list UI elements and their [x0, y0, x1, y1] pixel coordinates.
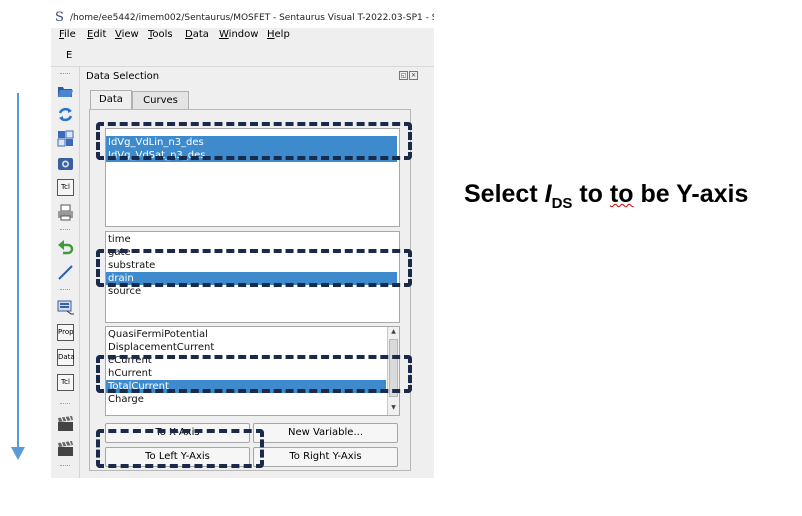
float-panel-icon[interactable]: ◱ — [399, 71, 408, 80]
toolbar-grip — [60, 403, 70, 407]
toolbar-e-button[interactable]: E — [66, 50, 72, 61]
variable-item[interactable]: QuasiFermiPotential — [106, 328, 386, 341]
toolbar-grip — [60, 73, 70, 77]
grid-icon[interactable] — [57, 130, 74, 147]
scroll-up-icon[interactable]: ▲ — [388, 327, 399, 337]
variable-item[interactable]: Charge — [106, 393, 386, 406]
dataset-highlight-box — [96, 122, 412, 160]
data-tab-content: IdVg_VdLin_n3_des IdVg_VdSat_n3_des time… — [89, 109, 411, 471]
annotation-subscript: DS — [551, 195, 573, 212]
print-icon[interactable] — [57, 204, 74, 221]
reload-icon[interactable] — [57, 106, 74, 123]
to-right-y-axis-button[interactable]: To Right Y-Axis — [253, 447, 398, 467]
annotation-text: Select IDS to to be Y-axis — [464, 180, 748, 212]
annotation-middle: to — [572, 180, 610, 208]
toolbar-grip — [60, 465, 70, 469]
export-icon[interactable] — [57, 299, 74, 316]
title-bar: S /home/ee5442/imem002/Sentaurus/MOSFET … — [51, 8, 434, 28]
open-folder-icon[interactable] — [57, 82, 74, 99]
menu-file[interactable]: File — [59, 29, 76, 40]
totalcurrent-highlight-box — [96, 355, 412, 393]
clapper-icon[interactable] — [57, 415, 74, 432]
left-toolbar: Tcl Prop Data Tcl — [51, 67, 80, 478]
toolbar-grip — [60, 229, 70, 233]
window-title: /home/ee5442/imem002/Sentaurus/MOSFET - … — [70, 13, 434, 23]
data-panel-icon[interactable]: Data — [57, 349, 75, 366]
menu-help[interactable]: Help — [267, 29, 290, 40]
down-arrow-shaft — [17, 93, 19, 447]
menu-edit[interactable]: Edit — [87, 29, 106, 40]
scroll-down-icon[interactable]: ▼ — [388, 403, 399, 413]
drain-highlight-box — [96, 249, 412, 287]
prop-panel-icon[interactable]: Prop — [57, 324, 74, 341]
tcl-script-icon[interactable]: Tcl — [57, 179, 74, 196]
menu-view[interactable]: View — [115, 29, 139, 40]
annotation-suffix: be Y-axis — [633, 180, 749, 208]
top-toolbar: E — [51, 46, 434, 67]
draw-line-icon[interactable] — [57, 264, 74, 281]
menu-tools[interactable]: Tools — [148, 29, 173, 40]
panel-title: Data Selection — [86, 71, 160, 82]
menu-window[interactable]: Window — [219, 29, 258, 40]
tab-data[interactable]: Data — [90, 90, 132, 110]
annotation-squiggle-word: to — [609, 180, 634, 208]
menu-data[interactable]: Data — [185, 29, 209, 40]
down-arrow-head-icon — [11, 447, 25, 460]
close-panel-icon[interactable]: ✕ — [409, 71, 418, 80]
clapper-icon[interactable] — [57, 440, 74, 457]
menu-bar: File Edit View Tools Data Window Help — [51, 28, 434, 45]
variable-item[interactable]: DisplacementCurrent — [106, 341, 386, 354]
tcl-panel-icon[interactable]: Tcl — [57, 374, 74, 391]
annotation-symbol: I — [544, 180, 552, 208]
app-icon: S — [55, 10, 64, 25]
undo-icon[interactable] — [57, 239, 74, 256]
group-item[interactable]: time — [106, 233, 397, 246]
camera-icon[interactable] — [57, 155, 74, 172]
toolbar-grip — [60, 289, 70, 293]
annotation-prefix: Select — [464, 180, 545, 208]
left-y-axis-highlight-box — [96, 429, 264, 468]
sentaurus-visual-window: S /home/ee5442/imem002/Sentaurus/MOSFET … — [51, 8, 434, 478]
tab-curves[interactable]: Curves — [132, 91, 189, 110]
new-variable-button[interactable]: New Variable... — [253, 423, 398, 443]
